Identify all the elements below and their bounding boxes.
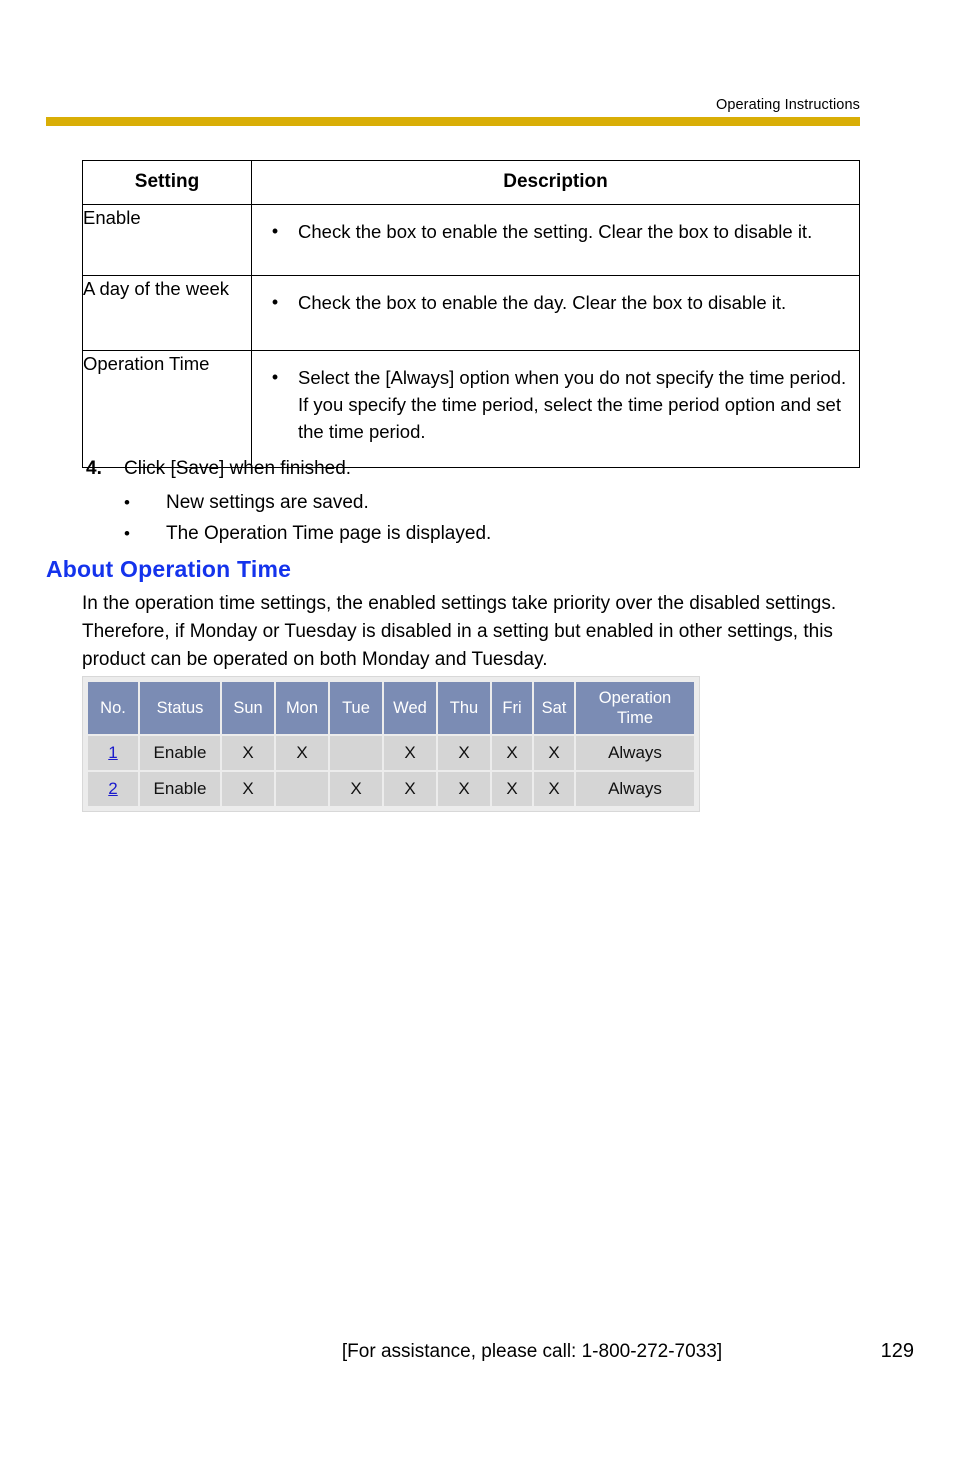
operation-time-header-line-1: Operation (598, 689, 672, 707)
list-item-label: The Operation Time page is displayed. (166, 523, 492, 544)
page-header: Operating Instructions (46, 96, 860, 126)
page-number: 129 (880, 1340, 914, 1362)
document-page: Operating Instructions Setting Descripti… (0, 0, 954, 1475)
operation-time-cell: Always (576, 736, 694, 770)
operation-time-screenshot: No. Status Sun Mon Tue Wed Thu Fri Sat O… (82, 676, 700, 812)
operation-time-table: No. Status Sun Mon Tue Wed Thu Fri Sat O… (86, 680, 696, 808)
section-body-text: In the operation time settings, the enab… (82, 593, 837, 670)
column-header-thu: Thu (438, 682, 490, 734)
step-text: Click [Save] when finished. (124, 458, 352, 479)
sun-cell: X (222, 736, 274, 770)
column-header-sat: Sat (534, 682, 574, 734)
bullet-icon: • (271, 367, 279, 387)
bullet-icon: • (124, 524, 130, 543)
settings-description-table: Setting Description Enable • Check the b… (82, 160, 860, 468)
row-number-cell[interactable]: 2 (88, 772, 138, 806)
row-number-cell[interactable]: 1 (88, 736, 138, 770)
tue-cell (330, 736, 382, 770)
setting-description: • Check the box to enable the day. Clear… (251, 275, 860, 351)
step-number: 4. (86, 458, 102, 479)
assistance-text: [For assistance, please call: 1-800-272-… (341, 1341, 723, 1362)
list-item-label: New settings are saved. (166, 492, 369, 513)
row-number-link[interactable]: 2 (108, 779, 117, 798)
tue-cell: X (330, 772, 382, 806)
thu-cell: X (438, 736, 490, 770)
mon-cell: X (276, 736, 328, 770)
status-cell: Enable (140, 736, 220, 770)
sat-cell: X (534, 736, 574, 770)
setting-name: Enable (82, 204, 252, 276)
row-number-link[interactable]: 1 (108, 743, 117, 762)
bullet-icon: • (271, 292, 279, 312)
description-text: Select the [Always] option when you do n… (298, 367, 847, 442)
bullet-icon: • (124, 493, 130, 512)
header-rule (46, 117, 860, 126)
table-row: 2 Enable X X X X X X Always (88, 772, 694, 806)
table-row: 1 Enable X X X X X X Always (88, 736, 694, 770)
status-cell: Enable (140, 772, 220, 806)
page-footer: [For assistance, please call: 1-800-272-… (46, 1340, 914, 1363)
step-bullet-list: • New settings are saved. • The Operatio… (86, 487, 866, 549)
wed-cell: X (384, 736, 436, 770)
thu-cell: X (438, 772, 490, 806)
operation-time-header-line-2: Time (616, 709, 654, 727)
setting-name: A day of the week (82, 275, 252, 351)
table-row: Enable • Check the box to enable the set… (82, 204, 860, 276)
table-header-row: Setting Description (82, 160, 860, 205)
bullet-icon: • (271, 221, 279, 241)
column-header-no: No. (88, 682, 138, 734)
setting-description: • Select the [Always] option when you do… (251, 350, 860, 468)
wed-cell: X (384, 772, 436, 806)
header-title: Operating Instructions (715, 97, 860, 113)
step-headline: 4. Click [Save] when finished. (86, 455, 866, 483)
list-item: • The Operation Time page is displayed. (124, 518, 866, 549)
column-header-mon: Mon (276, 682, 328, 734)
description-text: Check the box to enable the setting. Cle… (298, 221, 813, 242)
sat-cell: X (534, 772, 574, 806)
procedure-step: 4. Click [Save] when finished. • New set… (86, 455, 866, 549)
fri-cell: X (492, 772, 532, 806)
column-header-setting: Setting (82, 160, 252, 205)
table-row: Operation Time • Select the [Always] opt… (82, 350, 860, 468)
setting-name: Operation Time (82, 350, 252, 468)
mon-cell (276, 772, 328, 806)
column-header-sun: Sun (222, 682, 274, 734)
table-header-row: No. Status Sun Mon Tue Wed Thu Fri Sat O… (88, 682, 694, 734)
fri-cell: X (492, 736, 532, 770)
description-text: Check the box to enable the day. Clear t… (298, 292, 787, 313)
section-heading: About Operation Time (46, 556, 292, 582)
column-header-operation-time: Operation Time (576, 682, 694, 734)
column-header-description: Description (251, 160, 860, 205)
column-header-tue: Tue (330, 682, 382, 734)
list-item: • New settings are saved. (124, 487, 866, 518)
sun-cell: X (222, 772, 274, 806)
column-header-fri: Fri (492, 682, 532, 734)
column-header-wed: Wed (384, 682, 436, 734)
operation-time-cell: Always (576, 772, 694, 806)
column-header-status: Status (140, 682, 220, 734)
setting-description: • Check the box to enable the setting. C… (251, 204, 860, 276)
table-row: A day of the week • Check the box to ena… (82, 275, 860, 351)
